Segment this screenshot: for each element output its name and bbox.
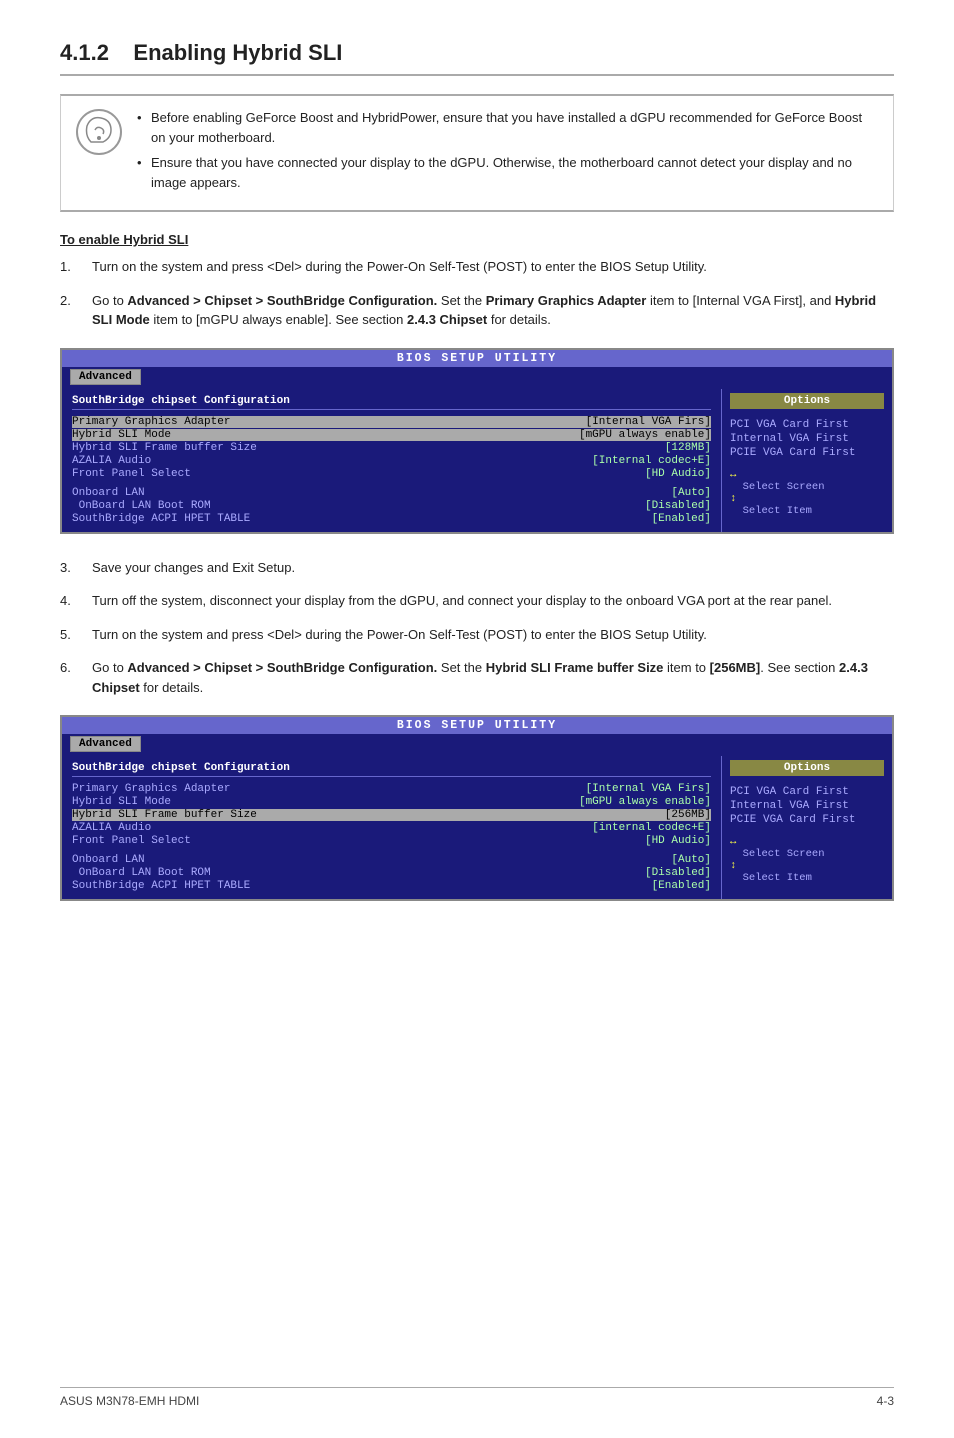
bios-tab-2: Advanced [70, 736, 141, 752]
step-1: 1. Turn on the system and press <Del> du… [60, 257, 894, 277]
bios-option-1-1: PCI VGA Card First [730, 419, 884, 431]
bios-right-1: Options PCI VGA Card First Internal VGA … [722, 389, 892, 532]
step-2-num: 2. [60, 291, 80, 330]
bios-screenshot-1: BIOS SETUP UTILITY Advanced SouthBridge … [60, 348, 894, 534]
bios-section-title-2: SouthBridge chipset Configuration [72, 762, 711, 777]
step-4-num: 4. [60, 591, 80, 611]
caution-icon [75, 108, 123, 156]
section-heading-text: Enabling Hybrid SLI [133, 40, 342, 65]
step-3-num: 3. [60, 558, 80, 578]
note-box: Before enabling GeForce Boost and Hybrid… [60, 94, 894, 212]
note-content: Before enabling GeForce Boost and Hybrid… [137, 108, 879, 198]
bios-title-bar-2: BIOS SETUP UTILITY [62, 717, 892, 734]
bios-section-title-1: SouthBridge chipset Configuration [72, 395, 711, 410]
step-5: 5. Turn on the system and press <Del> du… [60, 625, 894, 645]
note-list: Before enabling GeForce Boost and Hybrid… [137, 108, 879, 192]
bios-row-2-7: OnBoard LAN Boot ROM [Disabled] [72, 867, 711, 879]
bios-left-2: SouthBridge chipset Configuration Primar… [62, 756, 722, 899]
section-title: 4.1.2 Enabling Hybrid SLI [60, 40, 894, 76]
note-item-2: Ensure that you have connected your disp… [137, 153, 879, 192]
bios-row-1-7: OnBoard LAN Boot ROM [Disabled] [72, 500, 711, 512]
bios-row-1-8: SouthBridge ACPI HPET TABLE [Enabled] [72, 513, 711, 525]
bios-options-title-1: Options [730, 393, 884, 409]
steps-list-2: 3. Save your changes and Exit Setup. 4. … [60, 558, 894, 698]
step-5-text: Turn on the system and press <Del> durin… [92, 625, 894, 645]
footer-left: ASUS M3N78-EMH HDMI [60, 1394, 199, 1408]
bios-row-1-3: Hybrid SLI Frame buffer Size [128MB] [72, 442, 711, 454]
bios-body-1: SouthBridge chipset Configuration Primar… [62, 389, 892, 532]
bios-row-1-6: Onboard LAN [Auto] [72, 487, 711, 499]
bios-options-title-2: Options [730, 760, 884, 776]
step-4-text: Turn off the system, disconnect your dis… [92, 591, 894, 611]
note-icon [75, 108, 123, 156]
step-4: 4. Turn off the system, disconnect your … [60, 591, 894, 611]
step-6-text: Go to Advanced > Chipset > SouthBridge C… [92, 658, 894, 697]
bios-row-2-8: SouthBridge ACPI HPET TABLE [Enabled] [72, 880, 711, 892]
step-2-text: Go to Advanced > Chipset > SouthBridge C… [92, 291, 894, 330]
steps-list-1: 1. Turn on the system and press <Del> du… [60, 257, 894, 330]
step-3-text: Save your changes and Exit Setup. [92, 558, 894, 578]
step-2: 2. Go to Advanced > Chipset > SouthBridg… [60, 291, 894, 330]
bios-option-2-1: PCI VGA Card First [730, 786, 884, 798]
bios-right-2: Options PCI VGA Card First Internal VGA … [722, 756, 892, 899]
step-1-text: Turn on the system and press <Del> durin… [92, 257, 894, 277]
step-1-num: 1. [60, 257, 80, 277]
bios-row-2-1: Primary Graphics Adapter [Internal VGA F… [72, 783, 711, 795]
bios-option-2-2: Internal VGA First [730, 800, 884, 812]
bios-tab-1: Advanced [70, 369, 141, 385]
bios-row-2-4: AZALIA Audio [internal codec+E] [72, 822, 711, 834]
bios-row-2-5: Front Panel Select [HD Audio] [72, 835, 711, 847]
section-number: 4.1.2 [60, 40, 109, 65]
step-5-num: 5. [60, 625, 80, 645]
bios-row-2-6: Onboard LAN [Auto] [72, 854, 711, 866]
bios-row-1-1: Primary Graphics Adapter [Internal VGA F… [72, 416, 711, 428]
page-footer: ASUS M3N78-EMH HDMI 4-3 [60, 1387, 894, 1408]
bios-row-1-2: Hybrid SLI Mode [mGPU always enable] [72, 429, 711, 441]
step-3: 3. Save your changes and Exit Setup. [60, 558, 894, 578]
bios-screenshot-2: BIOS SETUP UTILITY Advanced SouthBridge … [60, 715, 894, 901]
step-6: 6. Go to Advanced > Chipset > SouthBridg… [60, 658, 894, 697]
note-item-1: Before enabling GeForce Boost and Hybrid… [137, 108, 879, 147]
bios-row-2-2: Hybrid SLI Mode [mGPU always enable] [72, 796, 711, 808]
bios-title-bar-1: BIOS SETUP UTILITY [62, 350, 892, 367]
bios-row-2-3: Hybrid SLI Frame buffer Size [256MB] [72, 809, 711, 821]
bios-row-1-4: AZALIA Audio [Internal codec+E] [72, 455, 711, 467]
step-6-num: 6. [60, 658, 80, 697]
sub-heading: To enable Hybrid SLI [60, 232, 894, 247]
bios-body-2: SouthBridge chipset Configuration Primar… [62, 756, 892, 899]
bios-row-1-5: Front Panel Select [HD Audio] [72, 468, 711, 480]
footer-right: 4-3 [877, 1394, 894, 1408]
bios-option-1-2: Internal VGA First [730, 433, 884, 445]
bios-nav-1: ↔ Select Screen ↕ Select Item [730, 469, 884, 517]
bios-option-2-3: PCIE VGA Card First [730, 814, 884, 826]
bios-nav-2: ↔ Select Screen ↕ Select Item [730, 836, 884, 884]
bios-option-1-3: PCIE VGA Card First [730, 447, 884, 459]
bios-left-1: SouthBridge chipset Configuration Primar… [62, 389, 722, 532]
